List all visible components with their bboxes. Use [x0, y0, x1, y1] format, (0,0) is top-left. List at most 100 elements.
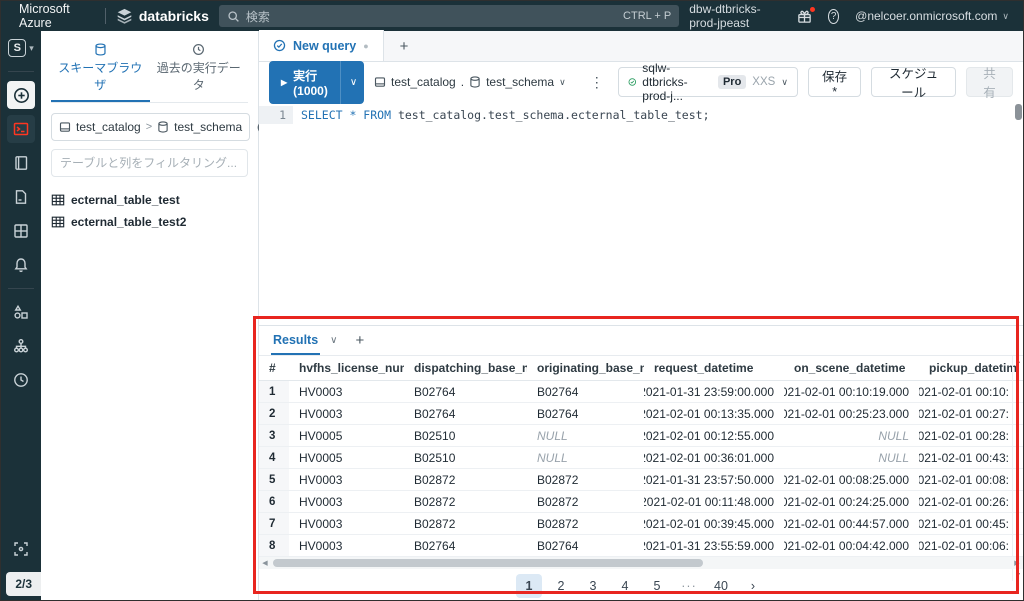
code-editor[interactable]: 1 SELECT * FROM test_catalog.test_schema… [259, 102, 1023, 325]
table-cell: HV0003 [289, 535, 404, 556]
tab-new-query[interactable]: New query ● [259, 30, 384, 61]
database-icon [94, 43, 107, 56]
schedule-button[interactable]: スケジュール [871, 67, 956, 97]
table-list-item[interactable]: ecternal_table_test2 [51, 211, 248, 233]
page-indicator[interactable]: 2/3 [6, 572, 41, 596]
workspace-switcher[interactable]: S ▾ [8, 39, 34, 57]
breadcrumb-schema[interactable]: test_schema [174, 120, 242, 134]
sidebar-item-data-ingestion[interactable] [7, 298, 35, 326]
results-horizontal-scrollbar[interactable]: ◀ ▶ [259, 557, 1023, 569]
page-button[interactable]: 3 [580, 574, 606, 598]
caret-down-icon: ▾ [29, 43, 34, 54]
page-button[interactable]: 2 [548, 574, 574, 598]
rail-divider [8, 288, 34, 289]
new-tab-button[interactable]: + [384, 38, 425, 61]
table-cell: B02764 [527, 535, 644, 556]
sidebar-item-sql-editor[interactable] [7, 115, 35, 143]
more-options-button[interactable]: ⋮ [586, 74, 608, 91]
table-cell: 8 [259, 535, 289, 556]
catalog-icon [59, 121, 71, 133]
run-label: 実行 (1000) [293, 67, 328, 98]
table-row[interactable]: 6HV0003B02872B028722021-02-01 00:11:48.0… [259, 491, 1023, 513]
help-button[interactable]: ? [828, 9, 839, 24]
column-header[interactable]: dispatching_base_num [404, 356, 527, 380]
page-button[interactable]: 5 [644, 574, 670, 598]
databricks-logo[interactable]: databricks [116, 8, 209, 25]
scrollbar-thumb[interactable] [273, 559, 703, 567]
editor-scrollbar[interactable] [1015, 104, 1022, 284]
results-tab-bar: Results ∨ + [259, 326, 1023, 356]
table-cell: B02764 [527, 403, 644, 424]
add-visualization-button[interactable]: + [347, 332, 372, 349]
column-header[interactable]: pickup_datetime [919, 356, 1019, 380]
tab-results[interactable]: Results [271, 327, 320, 355]
table-cell: 2021-02-01 00:28: [919, 425, 1019, 446]
catalog-schema-selector[interactable]: test_catalog . test_schema ∨ [374, 75, 566, 89]
table-row[interactable]: 1HV0003B02764B027642021-01-31 23:59:00.0… [259, 381, 1023, 403]
workspace-name[interactable]: dbw-dtbricks-prod-jpeast [689, 2, 781, 30]
scroll-down-icon[interactable]: ▼ [1015, 572, 1022, 579]
table-row[interactable]: 5HV0003B02872B028722021-01-31 23:57:50.0… [259, 469, 1023, 491]
save-button[interactable]: 保存 * [808, 67, 861, 97]
table-cell: B02764 [404, 535, 527, 556]
sidebar-item-notebooks[interactable] [7, 149, 35, 177]
warehouse-name: sqlw-dtbricks-prod-j... [642, 61, 712, 103]
whats-new-button[interactable] [797, 9, 812, 24]
table-row[interactable]: 3HV0005B02510NULL2021-02-01 00:12:55.000… [259, 425, 1023, 447]
table-row[interactable]: 2HV0003B02764B027642021-02-01 00:13:35.0… [259, 403, 1023, 425]
azure-label: Microsoft Azure [11, 2, 95, 30]
scrollbar-thumb[interactable] [1015, 104, 1022, 120]
results-vertical-scrollbar[interactable]: ▲ ▼ [1012, 356, 1023, 581]
results-panel: Results ∨ + # hvfhs_license_num dispatch… [259, 325, 1023, 601]
run-button[interactable]: ▶ 実行 (1000) ∨ [269, 61, 364, 104]
table-icon [51, 215, 65, 229]
scroll-right-icon[interactable]: ▶ [1011, 559, 1023, 567]
column-header[interactable]: hvfhs_license_num [289, 356, 404, 380]
table-cell: 3 [259, 425, 289, 446]
sidebar-item-query-history[interactable] [7, 366, 35, 394]
schema-browser-panel: スキーマブラウザ 過去の実行データ test_catalog > test_sc… [41, 31, 259, 601]
filter-input[interactable] [51, 149, 248, 177]
global-search-input[interactable]: 検索 CTRL + P [219, 5, 679, 27]
table-cell: 2021-01-31 23:55:59.000 [644, 535, 784, 556]
next-page-button[interactable]: › [740, 574, 766, 598]
table-list-item[interactable]: ecternal_table_test [51, 189, 248, 211]
sidebar-item-workflows[interactable] [7, 332, 35, 360]
column-header[interactable]: request_datetime [644, 356, 784, 380]
breadcrumb[interactable]: test_catalog > test_schema [51, 113, 250, 141]
table-name: ecternal_table_test2 [71, 215, 186, 229]
sidebar-item-new[interactable] [7, 81, 35, 109]
tab-schema-browser[interactable]: スキーマブラウザ [51, 39, 150, 102]
table-row[interactable]: 8HV0003B02764B027642021-01-31 23:55:59.0… [259, 535, 1023, 557]
column-header[interactable]: on_scene_datetime [784, 356, 919, 380]
tab-past-executions[interactable]: 過去の実行データ [150, 39, 249, 102]
breadcrumb-catalog[interactable]: test_catalog [76, 120, 141, 134]
warehouse-selector[interactable]: sqlw-dtbricks-prod-j... Pro XXS ∨ [618, 67, 798, 97]
chevron-down-icon[interactable]: ∨ [330, 335, 337, 346]
table-cell: HV0003 [289, 491, 404, 512]
page-button[interactable]: 1 [516, 574, 542, 598]
scroll-up-icon[interactable]: ▲ [1015, 358, 1022, 365]
account-menu[interactable]: @nelcoer.onmicrosoft.com ∨ [855, 9, 1013, 23]
column-header[interactable]: originating_base_num [527, 356, 644, 380]
sidebar-item-queries[interactable] [7, 183, 35, 211]
table-cell: B02872 [527, 469, 644, 490]
sql-statement[interactable]: SELECT * FROM test_catalog.test_schema.e… [293, 108, 710, 122]
recents-button[interactable] [7, 535, 35, 563]
page-button[interactable]: 4 [612, 574, 638, 598]
table-row[interactable]: 4HV0005B02510NULL2021-02-01 00:36:01.000… [259, 447, 1023, 469]
run-options-button[interactable]: ∨ [340, 61, 364, 104]
tab-label: 過去の実行データ [157, 61, 241, 92]
sidebar-item-dashboards[interactable] [7, 217, 35, 245]
page-button[interactable]: 40 [708, 574, 734, 598]
clock-icon [13, 372, 29, 388]
question-icon: ? [831, 11, 837, 22]
scroll-left-icon[interactable]: ◀ [259, 559, 271, 567]
search-placeholder: 検索 [246, 8, 270, 25]
sidebar-item-alerts[interactable] [7, 251, 35, 279]
results-header-row: # hvfhs_license_num dispatching_base_num… [259, 356, 1023, 381]
table-row[interactable]: 7HV0003B02872B028722021-02-01 00:39:45.0… [259, 513, 1023, 535]
table-cell: 2021-02-01 00:08: [919, 469, 1019, 490]
column-header[interactable]: # [259, 356, 289, 380]
table-cell: 2021-02-01 00:25:23.000 [784, 403, 919, 424]
